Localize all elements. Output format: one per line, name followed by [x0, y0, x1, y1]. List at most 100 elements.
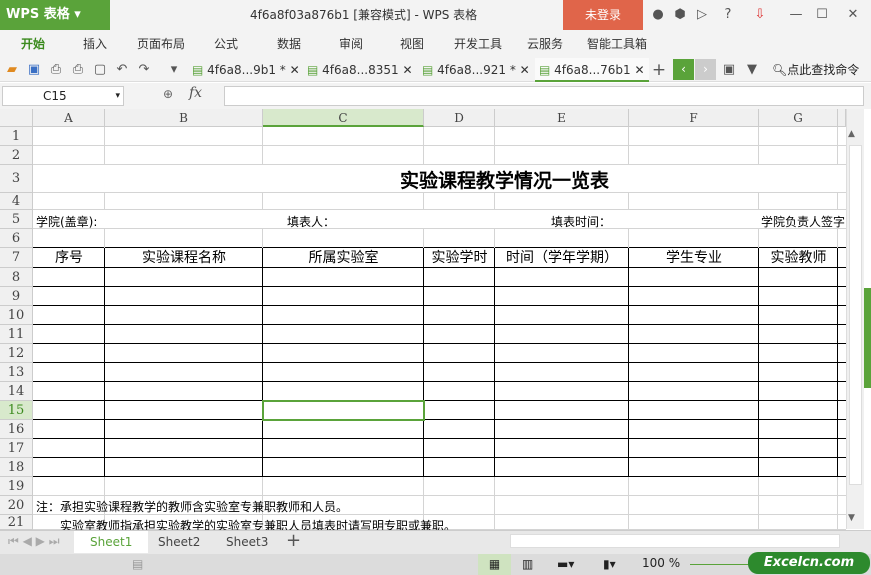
gridline	[628, 477, 629, 530]
row-header-4[interactable]: 4	[0, 193, 33, 210]
zoom-formula-icon[interactable]: ⊕	[163, 87, 173, 101]
new-tab-icon[interactable]: +	[651, 62, 667, 79]
zoom-slider[interactable]	[690, 564, 750, 565]
menu-insert[interactable]: 插入	[83, 30, 107, 58]
help-icon[interactable]: ?	[720, 7, 736, 23]
gridline	[494, 229, 495, 248]
row-header-11[interactable]: 11	[0, 325, 33, 344]
column-header-F[interactable]: F	[629, 109, 759, 127]
scroll-thumb[interactable]	[849, 145, 862, 485]
scroll-up-icon[interactable]: ▲	[848, 129, 855, 139]
skin-icon[interactable]: ●	[650, 7, 666, 23]
export-pdf-icon[interactable]: ⎙	[48, 62, 64, 78]
menu-view[interactable]: 视图	[400, 30, 424, 58]
minimize-icon[interactable]: —	[788, 7, 804, 23]
sheet-tab-3[interactable]: Sheet3	[210, 531, 284, 553]
select-all-corner[interactable]	[0, 109, 33, 127]
window-list-icon[interactable]: ▣	[721, 62, 737, 78]
sheet-tab-2[interactable]: Sheet2	[142, 531, 216, 553]
side-panel-handle[interactable]	[864, 288, 871, 388]
row-header-12[interactable]: 12	[0, 344, 33, 363]
column-header-G[interactable]: G	[759, 109, 838, 127]
fx-icon[interactable]: fx	[189, 85, 202, 101]
menu-cloud[interactable]: 云服务	[527, 30, 563, 58]
column-header-E[interactable]: E	[495, 109, 629, 127]
row-header-19[interactable]: 19	[0, 477, 33, 496]
normal-view-icon[interactable]: ▦	[478, 554, 511, 575]
doc-tab[interactable]: ▤ 4f6a8...9b1 * ✕	[192, 58, 300, 82]
pin-icon[interactable]: ▼	[744, 62, 760, 78]
menu-formulas[interactable]: 公式	[214, 30, 238, 58]
gridline	[494, 127, 495, 165]
name-box[interactable]: C15 ▾	[2, 86, 124, 106]
row-header-5[interactable]: 5	[0, 210, 33, 229]
tab-scroll-left-icon[interactable]: ‹	[673, 59, 694, 80]
sheet-tab-1[interactable]: Sheet1	[74, 531, 149, 553]
row-header-21[interactable]: 21	[0, 515, 33, 530]
redo-icon[interactable]: ↷	[136, 62, 152, 78]
download-icon[interactable]: ⇩	[752, 7, 768, 23]
row-header-6[interactable]: 6	[0, 229, 33, 248]
doc-tab[interactable]: ▤ 4f6a8...921 * ✕	[422, 58, 530, 82]
row-header-1[interactable]: 1	[0, 127, 33, 146]
menu-home[interactable]: 开始	[21, 30, 45, 58]
horizontal-scrollbar[interactable]	[510, 534, 840, 548]
menu-page-layout[interactable]: 页面布局	[137, 30, 185, 58]
zoom-level[interactable]: 100 %	[642, 556, 680, 570]
row-header-3[interactable]: 3	[0, 165, 33, 193]
row-header-10[interactable]: 10	[0, 306, 33, 325]
row-header-16[interactable]: 16	[0, 420, 33, 439]
tab-scroll-right-icon[interactable]: ›	[695, 59, 716, 80]
page-break-view-icon[interactable]: ▥	[522, 557, 533, 571]
menu-developer[interactable]: 开发工具	[454, 30, 502, 58]
doc-tab[interactable]: ▤ 4f6a8...8351 ✕	[307, 58, 413, 82]
add-sheet-icon[interactable]: +	[286, 530, 301, 551]
undo-icon[interactable]: ↶	[114, 62, 130, 78]
close-icon[interactable]: ✕	[845, 7, 861, 23]
reading-mode-icon[interactable]: ▬▾	[557, 557, 574, 571]
selected-cell-C15[interactable]	[262, 400, 425, 421]
settings-icon[interactable]: ⬢	[672, 7, 688, 23]
print-icon[interactable]: ⎙	[70, 62, 86, 78]
column-header-D[interactable]: D	[424, 109, 495, 127]
row-header-18[interactable]: 18	[0, 458, 33, 477]
open-icon[interactable]: ▰	[4, 62, 20, 78]
save-icon[interactable]: ▣	[26, 62, 42, 78]
row-header-7[interactable]: 7	[0, 248, 33, 268]
row-header-15[interactable]: 15	[0, 401, 33, 420]
app-menu-button[interactable]: WPS 表格 ▾	[0, 0, 110, 30]
gridline	[104, 193, 105, 210]
column-header-A[interactable]: A	[33, 109, 105, 127]
row-header-14[interactable]: 14	[0, 382, 33, 401]
eye-protect-icon[interactable]: ▮▾	[603, 557, 616, 571]
column-header-C[interactable]: C	[263, 109, 424, 127]
scroll-down-icon[interactable]: ▼	[848, 513, 855, 523]
row-header-9[interactable]: 9	[0, 287, 33, 306]
note-1: 注：承担实验课程教学的教师含实验室专兼职教师和人员。	[36, 500, 349, 514]
macro-icon[interactable]: ▤	[132, 557, 143, 571]
column-header-overflow[interactable]	[838, 109, 846, 127]
row-header-13[interactable]: 13	[0, 363, 33, 382]
maximize-icon[interactable]: ☐	[814, 7, 830, 23]
gridline	[104, 248, 105, 477]
share-icon[interactable]: ▷	[694, 7, 710, 23]
row-header-8[interactable]: 8	[0, 268, 33, 287]
row-header-20[interactable]: 20	[0, 496, 33, 515]
dropdown-icon[interactable]: ▾	[166, 62, 182, 78]
formula-input[interactable]	[224, 86, 864, 106]
row-header-2[interactable]: 2	[0, 146, 33, 165]
table-header-cell: 实验教师	[770, 250, 827, 266]
menu-review[interactable]: 审阅	[339, 30, 363, 58]
doc-tab-active[interactable]: ▤ 4f6a8...76b1 ✕	[535, 58, 649, 82]
menu-tools[interactable]: 智能工具箱	[587, 30, 647, 58]
menu-data[interactable]: 数据	[277, 30, 301, 58]
column-header-B[interactable]: B	[105, 109, 263, 127]
command-search[interactable]: 🔍︎点此查找命令	[772, 58, 859, 82]
vertical-scrollbar[interactable]: ▲ ▼	[846, 109, 864, 529]
row-header-17[interactable]: 17	[0, 439, 33, 458]
gridline	[33, 343, 846, 344]
sheet-nav-icons[interactable]: ⏮ ◀ ▶ ⏭	[8, 534, 60, 549]
login-button[interactable]: 未登录	[563, 0, 643, 30]
print-preview-icon[interactable]: ▢	[92, 62, 108, 78]
gridline	[628, 193, 629, 210]
